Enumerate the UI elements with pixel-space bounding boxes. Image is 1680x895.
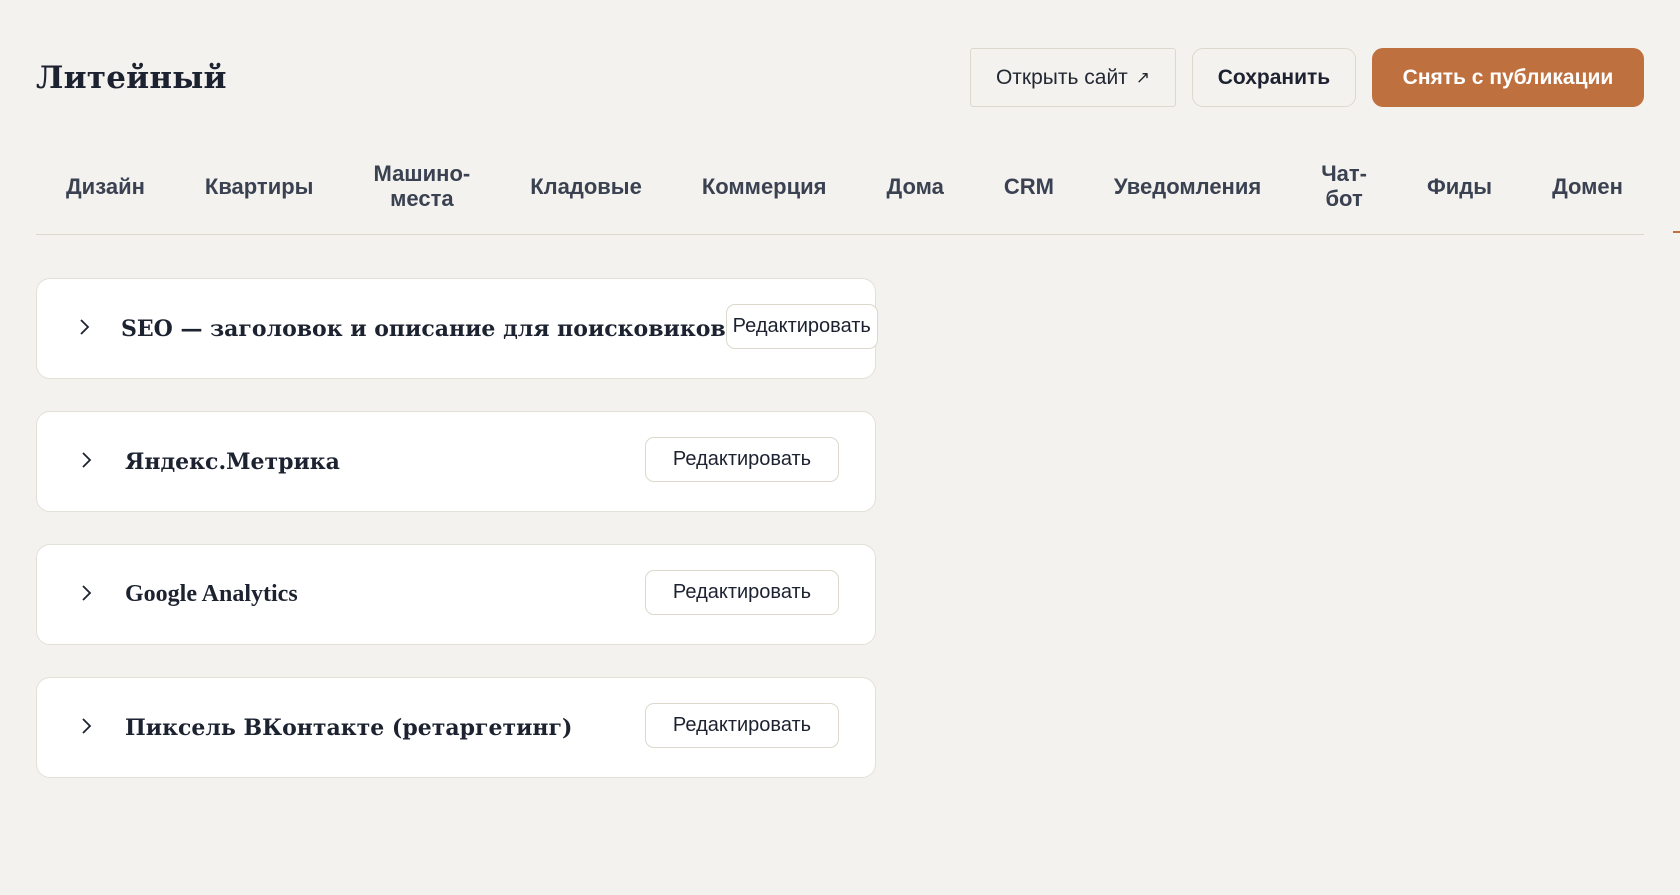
page: Литейный Открыть сайт ↗ Сохранить Снять … (0, 0, 1680, 895)
tab-label: Дизайн (66, 173, 145, 199)
tab-commercial[interactable]: Коммерция (672, 150, 857, 234)
edit-button[interactable]: Редактировать (645, 703, 839, 748)
open-site-button[interactable]: Открыть сайт ↗ (970, 48, 1176, 107)
tab-design[interactable]: Дизайн (36, 150, 175, 234)
tab-chatbot[interactable]: Чат- бот (1291, 150, 1397, 234)
card-yandex-metrika[interactable]: Яндекс.Метрика Редактировать (36, 411, 876, 512)
tab-crm[interactable]: CRM (974, 150, 1084, 234)
tab-apartments[interactable]: Квартиры (175, 150, 344, 234)
tab-label: Чат- (1321, 161, 1367, 186)
card-title: SEO — заголовок и описание для поисковик… (121, 315, 726, 342)
unpublish-button[interactable]: Снять с публикации (1372, 48, 1644, 107)
external-link-icon: ↗ (1135, 67, 1151, 87)
card-title: Пиксель ВКонтакте (ретаргетинг) (125, 714, 573, 741)
tab-feeds[interactable]: Фиды (1397, 150, 1522, 234)
edit-button[interactable]: Редактировать (645, 570, 839, 615)
edit-button[interactable]: Редактировать (645, 437, 839, 482)
edit-button[interactable]: Редактировать (725, 304, 878, 349)
tab-label: бот (1325, 186, 1363, 211)
settings-cards: SEO — заголовок и описание для поисковик… (36, 278, 878, 778)
page-title: Литейный (36, 60, 227, 96)
tab-label: Квартиры (204, 173, 314, 199)
tab-label: Дома (886, 173, 944, 199)
save-button[interactable]: Сохранить (1192, 48, 1356, 107)
tab-notifications[interactable]: Уведомления (1084, 150, 1291, 234)
chevron-right-icon[interactable] (77, 584, 95, 602)
save-label: Сохранить (1217, 65, 1331, 89)
tab-bar: Дизайн Квартиры Машино- места Кладовые К… (36, 150, 1644, 235)
header-actions: Открыть сайт ↗ Сохранить Снять с публика… (970, 48, 1644, 107)
chevron-right-icon[interactable] (77, 717, 95, 735)
tab-houses[interactable]: Дома (857, 150, 974, 234)
tab-label: Домен (1552, 173, 1623, 199)
chevron-right-icon[interactable] (77, 318, 91, 336)
tab-storage[interactable]: Кладовые (500, 150, 672, 234)
tab-label: Фиды (1427, 173, 1493, 199)
open-site-label: Открыть сайт (995, 65, 1128, 89)
card-title: Яндекс.Метрика (125, 448, 340, 475)
active-tab-indicator (1673, 231, 1680, 233)
tab-label: Машино- (373, 161, 471, 186)
tab-label: Коммерция (701, 173, 827, 199)
tab-label: Уведомления (1113, 173, 1262, 199)
card-vk-pixel[interactable]: Пиксель ВКонтакте (ретаргетинг) Редактир… (36, 677, 876, 778)
tab-label: CRM (1003, 173, 1054, 199)
unpublish-label: Снять с публикации (1402, 65, 1614, 89)
chevron-right-icon[interactable] (77, 451, 95, 469)
card-seo[interactable]: SEO — заголовок и описание для поисковик… (36, 278, 878, 379)
card-title: Google Analytics (125, 581, 298, 607)
tab-label: Кладовые (530, 173, 642, 199)
card-google-analytics[interactable]: Google Analytics Редактировать (36, 544, 876, 645)
tab-domain[interactable]: Домен (1522, 150, 1653, 234)
tab-label: места (390, 186, 454, 211)
tab-parking[interactable]: Машино- места (343, 150, 500, 234)
